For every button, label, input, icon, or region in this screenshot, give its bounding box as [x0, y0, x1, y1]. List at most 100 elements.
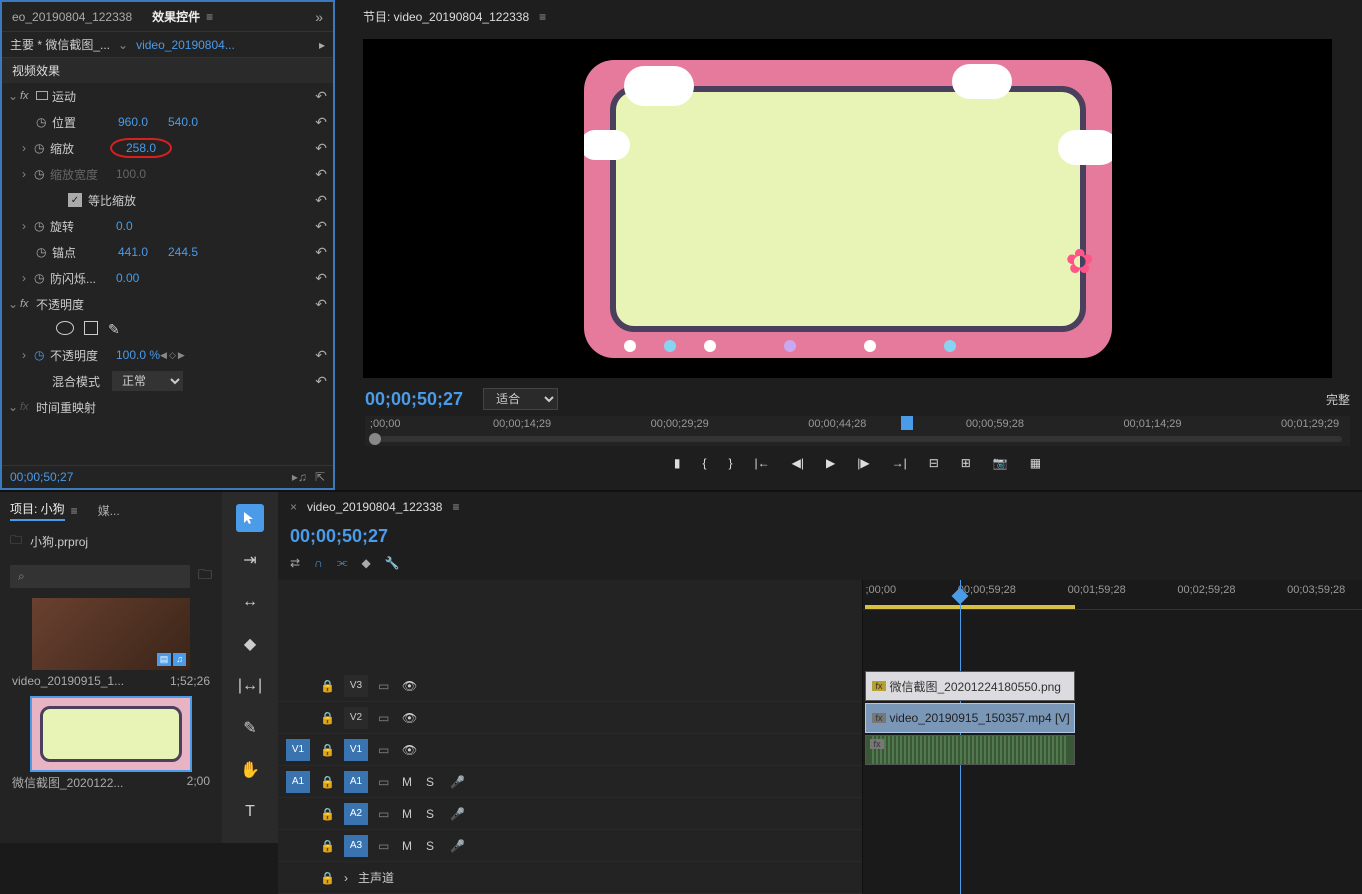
lock-icon[interactable]: 🔒 — [320, 839, 334, 853]
opacity-value[interactable]: 100.0 % — [110, 348, 160, 362]
panel-menu-icon[interactable]: ≡ — [71, 504, 78, 518]
chevron-down-icon[interactable]: ⌄ — [118, 38, 128, 52]
lock-icon[interactable]: 🔒 — [320, 775, 334, 789]
rect-mask-icon[interactable] — [84, 321, 98, 335]
timeline-tracks-area[interactable]: ;00;00 00;00;59;28 00;01;59;28 00;02;59;… — [863, 580, 1362, 894]
scale-value[interactable]: 258.0 — [110, 138, 172, 158]
fx-badge-icon[interactable]: fx — [20, 90, 36, 102]
go-out-icon[interactable]: →| — [892, 456, 907, 470]
lock-icon[interactable]: 🔒 — [320, 711, 334, 725]
track-v3[interactable]: 🔒V3▭👁 — [278, 670, 862, 702]
expand-panel-icon[interactable]: » — [315, 9, 323, 25]
media-browser-tab[interactable]: 媒... — [98, 502, 120, 519]
track-v1[interactable]: V1🔒V1▭👁 — [278, 734, 862, 766]
lock-icon[interactable]: 🔒 — [320, 871, 334, 885]
clip-image[interactable]: fx微信截图_20201224180550.png — [865, 671, 1075, 701]
track-a3[interactable]: 🔒A3▭MS🎤 — [278, 830, 862, 862]
step-fwd-icon[interactable]: |▶ — [857, 456, 869, 470]
reset-icon[interactable]: ↶ — [315, 270, 327, 287]
rotation-value[interactable]: 0.0 — [110, 219, 160, 233]
panel-menu-icon[interactable]: ≡ — [206, 10, 213, 24]
blend-mode-select[interactable]: 正常 — [112, 371, 183, 391]
extract-icon[interactable]: ⊞ — [961, 456, 971, 470]
stopwatch-icon[interactable]: ◷ — [34, 141, 50, 155]
clip-video[interactable]: fxvideo_20190915_150357.mp4 [V] — [865, 703, 1075, 733]
stopwatch-active-icon[interactable]: ◷ — [34, 348, 50, 362]
mark-in-icon[interactable]: ▮ — [674, 456, 681, 470]
export-frame-icon[interactable]: 📷 — [993, 456, 1008, 470]
reset-icon[interactable]: ↶ — [315, 347, 327, 364]
track-v2[interactable]: 🔒V2▭👁 — [278, 702, 862, 734]
stopwatch-icon[interactable]: ◷ — [36, 245, 52, 259]
disclosure-icon[interactable]: ⌄ — [8, 89, 20, 103]
reset-icon[interactable]: ↶ — [315, 296, 327, 313]
sequence-name[interactable]: video_20190804... — [136, 38, 235, 52]
reset-icon[interactable]: ↶ — [315, 88, 327, 105]
sync-lock-icon[interactable]: ▭ — [378, 839, 392, 853]
reset-icon[interactable]: ↶ — [315, 192, 327, 209]
linked-selection-icon[interactable]: ⫘ — [337, 555, 348, 570]
timeline-ruler[interactable]: ;00;00 00;00;59;28 00;01;59;28 00;02;59;… — [863, 580, 1362, 610]
reset-icon[interactable]: ↶ — [315, 218, 327, 235]
in-bracket-icon[interactable]: { — [702, 456, 706, 470]
eye-icon[interactable]: 👁 — [402, 743, 416, 757]
selection-tool-icon[interactable] — [236, 504, 264, 532]
marker-icon[interactable]: ◆ — [362, 556, 371, 570]
new-bin-icon[interactable]: 🗀 — [198, 564, 212, 588]
panel-menu-icon[interactable]: ≡ — [452, 500, 459, 514]
ellipse-mask-icon[interactable] — [56, 321, 74, 335]
lock-icon[interactable]: 🔒 — [320, 679, 334, 693]
track-a1[interactable]: A1🔒A1▭MS🎤 — [278, 766, 862, 798]
insert-mode-icon[interactable]: ⇄ — [290, 556, 300, 570]
source-clip-name[interactable]: 主要 * 微信截图_... — [10, 36, 110, 53]
slip-tool-icon[interactable]: |↔| — [236, 672, 264, 700]
play-only-icon[interactable]: ▸ — [319, 38, 325, 52]
go-in-icon[interactable]: |← — [755, 456, 770, 470]
lock-icon[interactable]: 🔒 — [320, 807, 334, 821]
motion-effect-row[interactable]: ⌄ fx 运动 ↶ — [2, 83, 333, 109]
reset-icon[interactable]: ↶ — [315, 166, 327, 183]
pen-tool-icon[interactable]: ✎ — [236, 714, 264, 742]
reset-icon[interactable]: ↶ — [315, 373, 327, 390]
timeline-timecode[interactable]: 00;00;50;27 — [290, 526, 388, 547]
disclosure-icon[interactable]: ⌄ — [8, 400, 20, 414]
program-ruler[interactable]: ;00;00 00;00;14;29 00;00;29;29 00;00;44;… — [365, 416, 1350, 446]
clip-audio[interactable]: fx — [865, 735, 1075, 765]
fx-badge-icon[interactable]: fx — [20, 298, 36, 310]
toggle-icon[interactable]: ▸♫ — [292, 470, 307, 484]
out-bracket-icon[interactable]: } — [728, 456, 732, 470]
bin-item[interactable]: 微信截图_2020122...2;00 — [6, 698, 216, 791]
reset-icon[interactable]: ↶ — [315, 114, 327, 131]
anchor-y[interactable]: 244.5 — [162, 245, 212, 259]
keyframe-nav[interactable]: ◀◇▶ — [160, 350, 185, 361]
position-y[interactable]: 540.0 — [162, 115, 212, 129]
voice-icon[interactable]: 🎤 — [450, 775, 464, 789]
snap-icon[interactable]: ∩ — [314, 556, 323, 570]
bin-item[interactable]: ▤♫ video_20190915_1...1;52;26 — [6, 598, 216, 688]
play-icon[interactable]: ▶ — [826, 456, 835, 470]
sync-lock-icon[interactable]: ▭ — [378, 679, 392, 693]
antiflicker-value[interactable]: 0.00 — [110, 271, 160, 285]
eye-icon[interactable]: 👁 — [402, 711, 416, 725]
project-tab[interactable]: 项目: 小狗 — [10, 500, 65, 521]
disclosure-icon[interactable]: ⌄ — [8, 297, 20, 311]
reset-icon[interactable]: ↶ — [315, 244, 327, 261]
effect-controls-tab[interactable]: 效果控件 — [152, 8, 200, 25]
scrubber-knob[interactable] — [369, 433, 381, 445]
zoom-select[interactable]: 适合 — [483, 388, 558, 410]
ripple-tool-icon[interactable]: ↔ — [236, 588, 264, 616]
track-master[interactable]: 🔒›主声道 — [278, 862, 862, 894]
panel-menu-icon[interactable]: ≡ — [539, 10, 546, 24]
playhead-icon[interactable] — [901, 416, 913, 430]
eye-icon[interactable]: 👁 — [402, 679, 416, 693]
disclosure-icon[interactable]: › — [22, 271, 34, 285]
step-back-icon[interactable]: ◀| — [792, 456, 804, 470]
sync-lock-icon[interactable]: ▭ — [378, 743, 392, 757]
disclosure-icon[interactable]: › — [22, 219, 34, 233]
close-sequence-icon[interactable]: × — [290, 500, 297, 514]
anchor-x[interactable]: 441.0 — [112, 245, 162, 259]
uniform-scale-checkbox[interactable]: ✓ — [68, 193, 82, 207]
sync-lock-icon[interactable]: ▭ — [378, 775, 392, 789]
opacity-effect-row[interactable]: ⌄ fx 不透明度 ↶ — [2, 291, 333, 317]
sync-lock-icon[interactable]: ▭ — [378, 711, 392, 725]
